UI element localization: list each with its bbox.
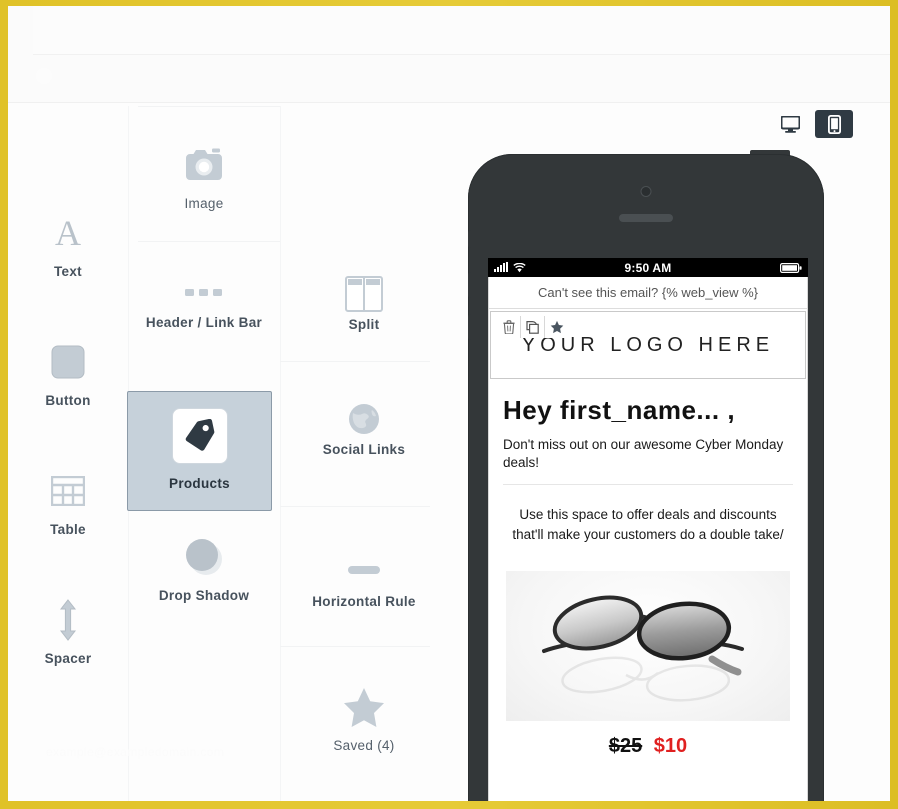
star-icon — [342, 676, 386, 738]
palette-item-button[interactable]: Button — [8, 331, 128, 408]
email-headline[interactable]: Hey first_name... , — [489, 379, 807, 426]
phone-screen: 9:50 AM Can't see this email? {% web_vie… — [488, 258, 808, 801]
palette-item-label: Image — [184, 196, 224, 211]
email-logo-block[interactable]: YOUR LOGO HERE — [490, 311, 806, 379]
trash-icon — [502, 320, 515, 334]
phone-volume-up-button — [468, 272, 476, 298]
palette-cell-divider — [280, 646, 430, 647]
toolbar-ghost-icon-5 — [126, 68, 134, 88]
palette-item-label: Spacer — [44, 651, 92, 666]
email-preheader: Can't see this email? {% web_view %} — [489, 277, 807, 309]
palette-cell-divider — [280, 361, 430, 362]
price-tag-icon — [185, 419, 214, 451]
delete-block-button[interactable] — [497, 316, 521, 338]
email-promo-text[interactable]: Use this space to offer deals and discou… — [489, 485, 807, 566]
globe-icon — [346, 396, 382, 442]
mobile-preview-device: 9:50 AM Can't see this email? {% web_vie… — [460, 150, 832, 801]
desktop-icon — [780, 115, 800, 133]
palette-item-image[interactable]: Image — [128, 134, 280, 211]
palette-item-products[interactable]: Products — [127, 391, 272, 511]
palette-column-3: Split Social Links Horizontal Rule Saved… — [280, 106, 448, 801]
split-columns-icon — [345, 271, 383, 317]
star-icon — [550, 320, 564, 334]
palette-item-label: Table — [50, 522, 86, 537]
palette-item-social-links[interactable]: Social Links — [280, 396, 448, 457]
price-original: $25 — [608, 734, 643, 757]
palette-item-spacer[interactable]: Spacer — [8, 589, 128, 666]
duplicate-block-button[interactable] — [521, 316, 545, 338]
palette-cell-divider — [138, 241, 280, 242]
palette-item-label: Products — [169, 476, 230, 491]
palette-item-header-link-bar[interactable]: Header / Link Bar — [128, 271, 280, 330]
palette-item-saved[interactable]: Saved (4) — [280, 676, 448, 753]
sunglasses-illustration — [542, 595, 744, 702]
block-action-toolbar[interactable] — [497, 316, 569, 338]
toolbar-ghost-icon-1 — [36, 68, 52, 84]
palette-item-label: Button — [45, 393, 91, 408]
palette-item-label: Header / Link Bar — [145, 315, 263, 330]
footer-email-text-faded: example@exampledomain.com — [46, 745, 225, 759]
block-palette: A Text Button Table Spacer Image Header … — [8, 106, 448, 801]
table-grid-icon — [51, 460, 85, 522]
screenshot-gold-frame: A Text Button Table Spacer Image Header … — [0, 0, 898, 809]
app-toolbar-faded — [8, 55, 890, 102]
phone-mute-switch — [468, 230, 475, 248]
phone-body: 9:50 AM Can't see this email? {% web_vie… — [468, 154, 824, 801]
toolbar-ghost-icon-3 — [82, 68, 90, 88]
price-sale: $10 — [653, 734, 688, 757]
link-bar-icon — [185, 271, 223, 315]
horizontal-rule-icon — [348, 546, 380, 594]
palette-item-table[interactable]: Table — [8, 460, 128, 537]
palette-item-text[interactable]: A Text — [8, 202, 128, 279]
palette-item-label: Horizontal Rule — [312, 594, 416, 609]
duplicate-icon — [525, 321, 539, 334]
save-block-button[interactable] — [545, 316, 569, 338]
app-top-bar-faded — [8, 6, 890, 54]
toolbar-ghost-label — [38, 90, 54, 97]
divider-toolbar — [8, 102, 890, 103]
letter-a-icon: A — [55, 213, 81, 253]
device-preview-toggle[interactable] — [771, 110, 853, 138]
sidebar-rail-faded — [8, 6, 33, 102]
phone-earpiece-speaker — [619, 214, 673, 222]
palette-item-label: Text — [54, 264, 82, 279]
vertical-arrow-icon — [58, 589, 78, 651]
mobile-icon — [827, 114, 841, 134]
phone-volume-down-button — [468, 314, 476, 340]
mobile-preview-button[interactable] — [815, 110, 853, 138]
ios-status-bar: 9:50 AM — [488, 258, 808, 277]
toolbar-ghost-icon-2 — [60, 68, 78, 88]
button-icon — [51, 331, 85, 393]
phone-front-camera — [640, 186, 652, 197]
product-price-row: $25 $10 — [489, 721, 807, 758]
status-bar-time: 9:50 AM — [624, 260, 672, 275]
toolbar-ghost-icon-4 — [106, 68, 124, 88]
palette-column-2: Image Header / Link Bar Products Drop Sh… — [127, 106, 280, 801]
app-canvas: A Text Button Table Spacer Image Header … — [8, 6, 890, 801]
palette-item-drop-shadow[interactable]: Drop Shadow — [128, 526, 280, 603]
palette-item-horizontal-rule[interactable]: Horizontal Rule — [280, 546, 448, 609]
email-preview-body: Can't see this email? {% web_view %} YOU… — [488, 277, 808, 801]
palette-item-split[interactable]: Split — [280, 271, 448, 332]
product-image-sunglasses[interactable] — [506, 570, 790, 721]
palette-item-label: Saved (4) — [333, 738, 395, 753]
palette-cell-divider — [138, 106, 280, 107]
palette-item-label: Drop Shadow — [158, 588, 250, 603]
camera-icon — [181, 134, 227, 196]
desktop-preview-button[interactable] — [771, 110, 809, 138]
palette-cell-divider — [280, 506, 430, 507]
palette-item-label: Split — [348, 317, 380, 332]
price-tag-icon-wrapper — [171, 408, 228, 464]
email-subcopy[interactable]: Don't miss out on our awesome Cyber Mond… — [489, 426, 807, 484]
drop-shadow-icon — [181, 526, 227, 588]
palette-item-label: Social Links — [322, 442, 406, 457]
price-tag-chip — [171, 408, 228, 464]
palette-column-1: A Text Button Table Spacer — [8, 106, 128, 801]
